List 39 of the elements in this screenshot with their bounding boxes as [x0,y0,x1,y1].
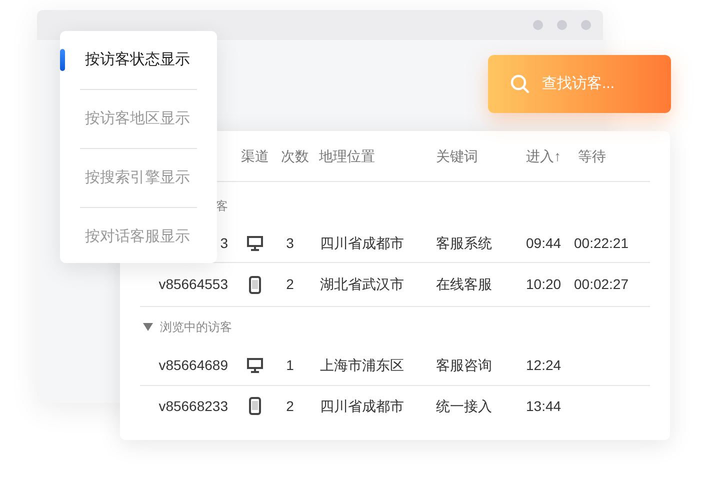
table-cell-text: 13:44 [526,396,562,416]
column-header[interactable]: 关键词 [436,146,526,166]
column-header[interactable]: 次数 [281,146,319,166]
menu-item[interactable]: 按搜索引擎显示 [85,166,190,190]
visitor-id-cell-text: v85664553 [158,275,228,294]
expand-triangle-icon[interactable] [143,322,153,332]
column-header[interactable]: 进入↑ [526,146,578,166]
phone-icon [249,397,261,415]
table-cell-text: 湖北省武汉市 [319,275,405,294]
table-cell-text: 统一接入 [436,396,493,416]
table-cell-text: 00:02:27 [574,275,630,294]
visitor-id-cell-text: v85664689 [158,356,228,375]
column-header[interactable]: 等待 [578,146,650,166]
table-cell-text: 四川省成都市 [319,396,405,416]
table-cell-text: 在线客服 [436,275,493,294]
monitor-icon [247,236,263,251]
table-cell-text: 00:22:21 [574,234,630,253]
menu-item[interactable]: 按对话客服显示 [85,226,190,248]
table-cell-text: 2 [285,396,295,416]
column-header[interactable]: 渠道 [241,146,281,166]
phone-icon [249,276,261,294]
menu-item[interactable]: 按访客地区显示 [85,108,190,130]
table-cell-text: 09:44 [526,234,562,253]
group-header[interactable]: 浏览中的访客 [160,318,232,336]
menu-item[interactable]: 按访客状态显示 [85,48,190,72]
visitor-id-cell-text: 3 [220,234,228,253]
table-cell-text: 客服系统 [436,234,493,253]
table-cell-text: 2 [285,275,295,294]
table-cell-text: 客服咨询 [436,356,493,375]
table-cell-text: 上海市浦东区 [319,356,405,375]
table-cell-text: 12:24 [526,356,562,375]
table-cell-text: 1 [285,356,295,375]
table-cell-text: 四川省成都市 [319,234,405,253]
table-cell-text: 10:20 [526,275,562,294]
visitor-id-cell-text: v85668233 [158,396,228,416]
search-icon [510,74,530,94]
column-header[interactable]: 地理位置 [319,146,436,166]
table-cell-text: 3 [285,234,295,253]
monitor-icon [247,358,263,373]
